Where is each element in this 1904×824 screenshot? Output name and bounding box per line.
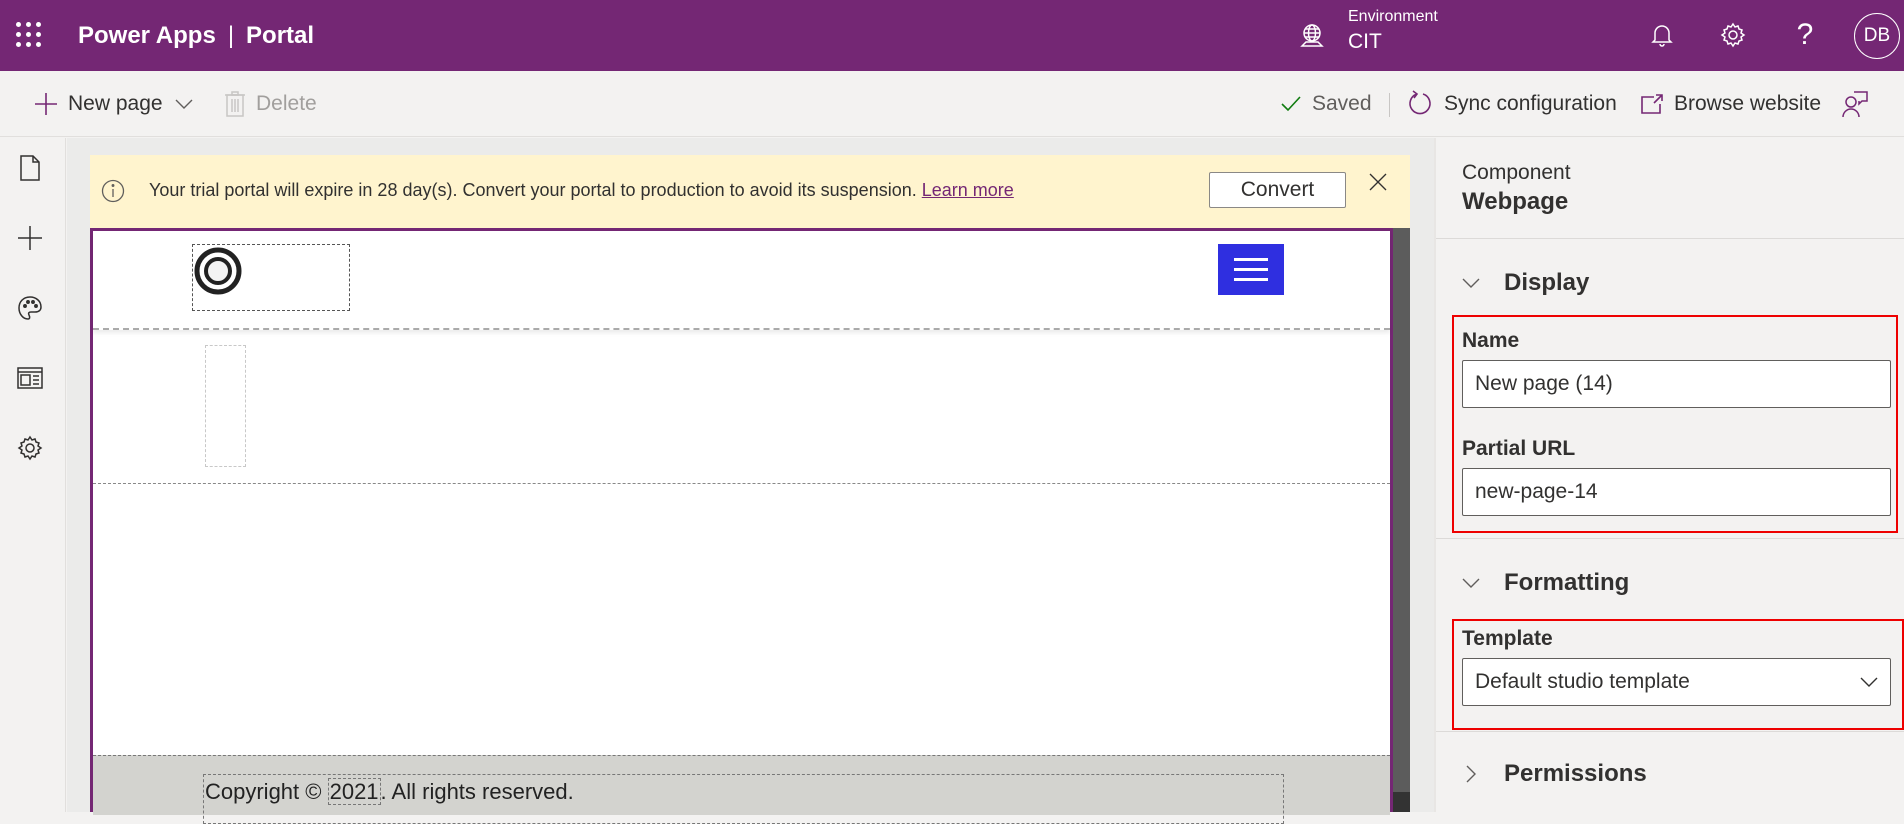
chevron-down-icon[interactable]: [175, 98, 193, 110]
app-section: Portal: [246, 22, 315, 49]
saved-label: Saved: [1312, 92, 1372, 115]
page-preview: Copyright © 2021. All rights reserved.: [90, 228, 1393, 824]
settings-icon[interactable]: [14, 432, 46, 464]
command-bar: New page Delete Saved Sync configuration…: [0, 71, 1904, 137]
partial-url-label: Partial URL: [1462, 437, 1576, 460]
themes-icon[interactable]: [14, 292, 46, 324]
info-icon: [101, 179, 125, 203]
formatting-section-toggle[interactable]: Formatting: [1462, 565, 1629, 601]
copyright-prefix: Copyright ©: [205, 779, 328, 804]
help-icon[interactable]: ?: [1788, 18, 1822, 52]
bell-icon[interactable]: [1645, 18, 1679, 52]
banner-message: Your trial portal will expire in 28 day(…: [149, 180, 917, 200]
saved-status: Saved: [1280, 85, 1372, 123]
formatting-section-title: Formatting: [1504, 569, 1630, 596]
site-header[interactable]: [93, 231, 1390, 330]
globe-icon[interactable]: [1298, 22, 1326, 50]
menu-icon[interactable]: [1218, 244, 1284, 295]
feedback-button[interactable]: [1842, 85, 1878, 123]
gear-icon[interactable]: [1716, 18, 1750, 52]
waffle-icon[interactable]: [16, 22, 42, 48]
learn-more-link[interactable]: Learn more: [922, 180, 1014, 200]
logo-icon: [194, 247, 242, 295]
new-page-button[interactable]: New page: [34, 85, 193, 123]
template-label: Template: [1462, 627, 1553, 650]
preview-scrollbar[interactable]: [1393, 228, 1410, 812]
properties-panel: Component Webpage Display Name Partial U…: [1434, 138, 1904, 812]
panel-divider: [1436, 238, 1904, 239]
template-selected-value: Default studio template: [1475, 670, 1690, 693]
convert-button[interactable]: Convert: [1209, 172, 1346, 208]
sync-icon: [1409, 90, 1431, 115]
command-divider: [1389, 93, 1390, 117]
person-feedback-icon: [1842, 91, 1868, 118]
browse-label: Browse website: [1674, 92, 1822, 115]
left-rail: [0, 138, 66, 812]
component-value: Webpage: [1462, 188, 1569, 215]
app-header: Power Apps | Portal Environment CIT ? DB: [0, 0, 1904, 71]
component-label: Component: [1462, 161, 1571, 184]
checkmark-icon: [1281, 96, 1301, 112]
new-page-label: New page: [68, 92, 163, 115]
panel-divider: [1436, 538, 1904, 539]
chevron-down-icon: [1462, 578, 1480, 588]
title-separator: |: [227, 22, 235, 49]
browse-website-button[interactable]: Browse website: [1640, 85, 1821, 123]
footer-text[interactable]: Copyright © 2021. All rights reserved.: [203, 774, 1284, 824]
delete-button[interactable]: Delete: [224, 85, 317, 123]
user-avatar[interactable]: DB: [1854, 13, 1900, 59]
permissions-section-title: Permissions: [1504, 760, 1647, 787]
name-label: Name: [1462, 329, 1520, 352]
sync-label: Sync configuration: [1444, 92, 1617, 115]
content-column[interactable]: [205, 345, 246, 467]
trash-icon: [225, 91, 245, 117]
logo-container[interactable]: [192, 244, 350, 311]
sync-configuration-button[interactable]: Sync configuration: [1408, 85, 1617, 123]
add-components-icon[interactable]: [14, 222, 46, 254]
plus-icon: [35, 93, 57, 115]
permissions-section-toggle[interactable]: Permissions: [1462, 756, 1647, 792]
site-footer[interactable]: Copyright © 2021. All rights reserved.: [93, 755, 1390, 824]
pages-icon[interactable]: [14, 152, 46, 184]
app-title: Power Apps | Portal: [78, 22, 314, 50]
panel-divider: [1436, 731, 1904, 732]
copyright-suffix: . All rights reserved.: [380, 779, 574, 804]
partial-url-input[interactable]: [1462, 468, 1891, 516]
display-section-toggle[interactable]: Display: [1462, 265, 1589, 301]
banner-message-container: Your trial portal will expire in 28 day(…: [149, 180, 1014, 201]
copyright-year: 2021: [327, 778, 381, 805]
content-section[interactable]: [93, 332, 1390, 484]
template-dropdown[interactable]: Default studio template: [1462, 658, 1891, 706]
delete-label: Delete: [256, 92, 317, 115]
open-external-icon: [1641, 94, 1663, 114]
display-section-title: Display: [1504, 269, 1590, 296]
app-name[interactable]: Power Apps: [78, 22, 216, 49]
close-icon[interactable]: [1367, 171, 1389, 193]
chevron-down-icon: [1860, 677, 1878, 687]
templates-icon[interactable]: [14, 362, 46, 394]
environment-label: Environment: [1348, 8, 1438, 25]
environment-value[interactable]: CIT: [1348, 30, 1382, 54]
name-input[interactable]: [1462, 360, 1891, 408]
preview-scrollbar-thumb[interactable]: [1393, 792, 1410, 812]
chevron-down-icon: [1462, 278, 1480, 288]
trial-banner: Your trial portal will expire in 28 day(…: [90, 155, 1410, 228]
chevron-right-icon: [1466, 765, 1476, 783]
